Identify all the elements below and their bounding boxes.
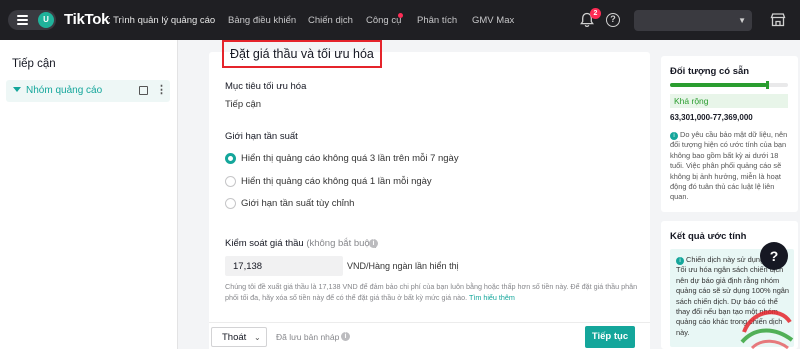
help-icon[interactable]: ? bbox=[606, 13, 620, 27]
bid-control-optional: (không bắt buộc) bbox=[306, 238, 378, 249]
bid-unit-label: VND/Hàng ngàn lần hiển thị bbox=[347, 261, 459, 271]
info-icon: i bbox=[676, 257, 684, 265]
nav-dashboard[interactable]: Bảng điều khiển bbox=[228, 15, 296, 26]
bid-amount-value: 17,138 bbox=[233, 261, 263, 272]
audience-note: i Do yêu cầu bảo mật dữ liệu, nên đối tượ… bbox=[670, 130, 794, 203]
bid-hint-text: Chúng tôi đề xuất giá thầu là 17,138 VND… bbox=[225, 281, 645, 303]
tiktok-logo[interactable]: TikTok bbox=[64, 11, 109, 28]
notification-badge: 2 bbox=[590, 8, 601, 19]
info-icon: i bbox=[670, 132, 678, 140]
help-chat-button[interactable]: ? bbox=[760, 242, 788, 270]
user-avatar: U bbox=[38, 12, 54, 28]
bid-control-label: Kiểm soát giá thầu (không bắt buộc) bbox=[225, 238, 378, 249]
frequency-option-label-3[interactable]: Giới hạn tần suất tùy chỉnh bbox=[241, 198, 354, 209]
footer-action-bar: Thoát ⌄ Đã lưu bản nháp i Tiếp tục bbox=[209, 322, 650, 349]
audience-note-text: Do yêu cầu bảo mật dữ liệu, nên đối tượn… bbox=[670, 130, 788, 202]
exit-dropdown-button[interactable]: Thoát ⌄ bbox=[211, 327, 267, 347]
draft-saved-label: Đã lưu bản nháp bbox=[276, 332, 340, 342]
learn-more-link[interactable]: Tìm hiểu thêm bbox=[469, 293, 515, 302]
new-indicator-dot bbox=[398, 13, 403, 18]
frequency-option-label-1[interactable]: Hiển thị quảng cáo không quá 3 lần trên … bbox=[241, 153, 459, 164]
audience-meter-fill bbox=[670, 83, 767, 87]
shop-icon[interactable] bbox=[770, 12, 786, 27]
more-options-icon[interactable]: ⋮ bbox=[156, 83, 167, 96]
optimization-goal-value: Tiếp cận bbox=[225, 99, 262, 110]
hamburger-icon bbox=[17, 15, 28, 25]
bid-amount-input[interactable]: 17,138 bbox=[225, 256, 343, 276]
bid-control-title: Kiểm soát giá thầu bbox=[225, 238, 304, 249]
section-title: Đặt giá thầu và tối ưu hóa bbox=[230, 47, 374, 61]
audience-title: Đối tượng có sẵn bbox=[670, 66, 750, 77]
nav-gmv-max[interactable]: GMV Max bbox=[472, 15, 514, 26]
reach-status-badge: Khá rộng bbox=[670, 94, 788, 108]
frequency-option-radio-2[interactable] bbox=[225, 176, 236, 187]
watermark-logo bbox=[740, 310, 794, 349]
frequency-option-radio-3[interactable] bbox=[225, 198, 236, 209]
product-name: : Trình quản lý quảng cáo bbox=[108, 15, 216, 26]
nav-campaigns[interactable]: Chiến dịch bbox=[308, 15, 353, 26]
chevron-down-icon: ⌄ bbox=[254, 333, 261, 342]
estimate-title: Kết quả ước tính bbox=[670, 231, 747, 242]
account-selector[interactable]: ▼ bbox=[634, 10, 752, 31]
audience-size-meter bbox=[670, 81, 788, 89]
campaign-sidebar: Tiếp cận Nhóm quảng cáo ⋮ bbox=[0, 40, 178, 349]
reach-status-label: Khá rộng bbox=[674, 96, 709, 106]
duplicate-icon[interactable] bbox=[139, 86, 148, 95]
frequency-cap-label: Giới hạn tần suất bbox=[225, 131, 298, 142]
audience-meter-marker bbox=[765, 81, 769, 89]
nav-tools[interactable]: Công cụ bbox=[366, 15, 401, 26]
draft-saved-status: Đã lưu bản nháp bbox=[276, 332, 339, 342]
exit-label: Thoát bbox=[222, 332, 247, 343]
highlight-box: Đặt giá thầu và tối ưu hóa bbox=[222, 40, 382, 68]
info-icon[interactable]: i bbox=[341, 332, 350, 341]
caret-down-icon[interactable] bbox=[13, 87, 21, 92]
info-icon[interactable]: i bbox=[369, 239, 378, 248]
frequency-option-radio-1[interactable] bbox=[225, 153, 236, 164]
bid-hint-body: Chúng tôi đề xuất giá thầu là 17,138 VND… bbox=[225, 282, 638, 302]
continue-label: Tiếp tục bbox=[591, 331, 629, 342]
optimization-goal-label: Mục tiêu tối ưu hóa bbox=[225, 81, 307, 92]
menu-toggle-button[interactable]: U bbox=[8, 10, 56, 30]
available-audience-panel: Đối tượng có sẵn Khá rộng 63,301,000-77,… bbox=[661, 56, 798, 212]
audience-size-range: 63,301,000-77,369,000 bbox=[670, 113, 753, 122]
continue-button[interactable]: Tiếp tục bbox=[585, 326, 635, 348]
nav-analytics[interactable]: Phân tích bbox=[417, 15, 457, 26]
frequency-option-label-2[interactable]: Hiển thị quảng cáo không quá 1 lần mỗi n… bbox=[241, 176, 432, 187]
sidebar-item-label: Nhóm quảng cáo bbox=[26, 85, 103, 96]
top-navigation-bar: U TikTok : Trình quản lý quảng cáo Bảng … bbox=[0, 0, 800, 40]
chevron-down-icon: ▼ bbox=[738, 16, 746, 25]
sidebar-item-ad-group[interactable]: Nhóm quảng cáo ⋮ bbox=[6, 80, 170, 102]
bidding-optimization-section: Đặt giá thầu và tối ưu hóa Mục tiêu tối … bbox=[209, 40, 650, 349]
campaign-name[interactable]: Tiếp cận bbox=[12, 58, 56, 70]
